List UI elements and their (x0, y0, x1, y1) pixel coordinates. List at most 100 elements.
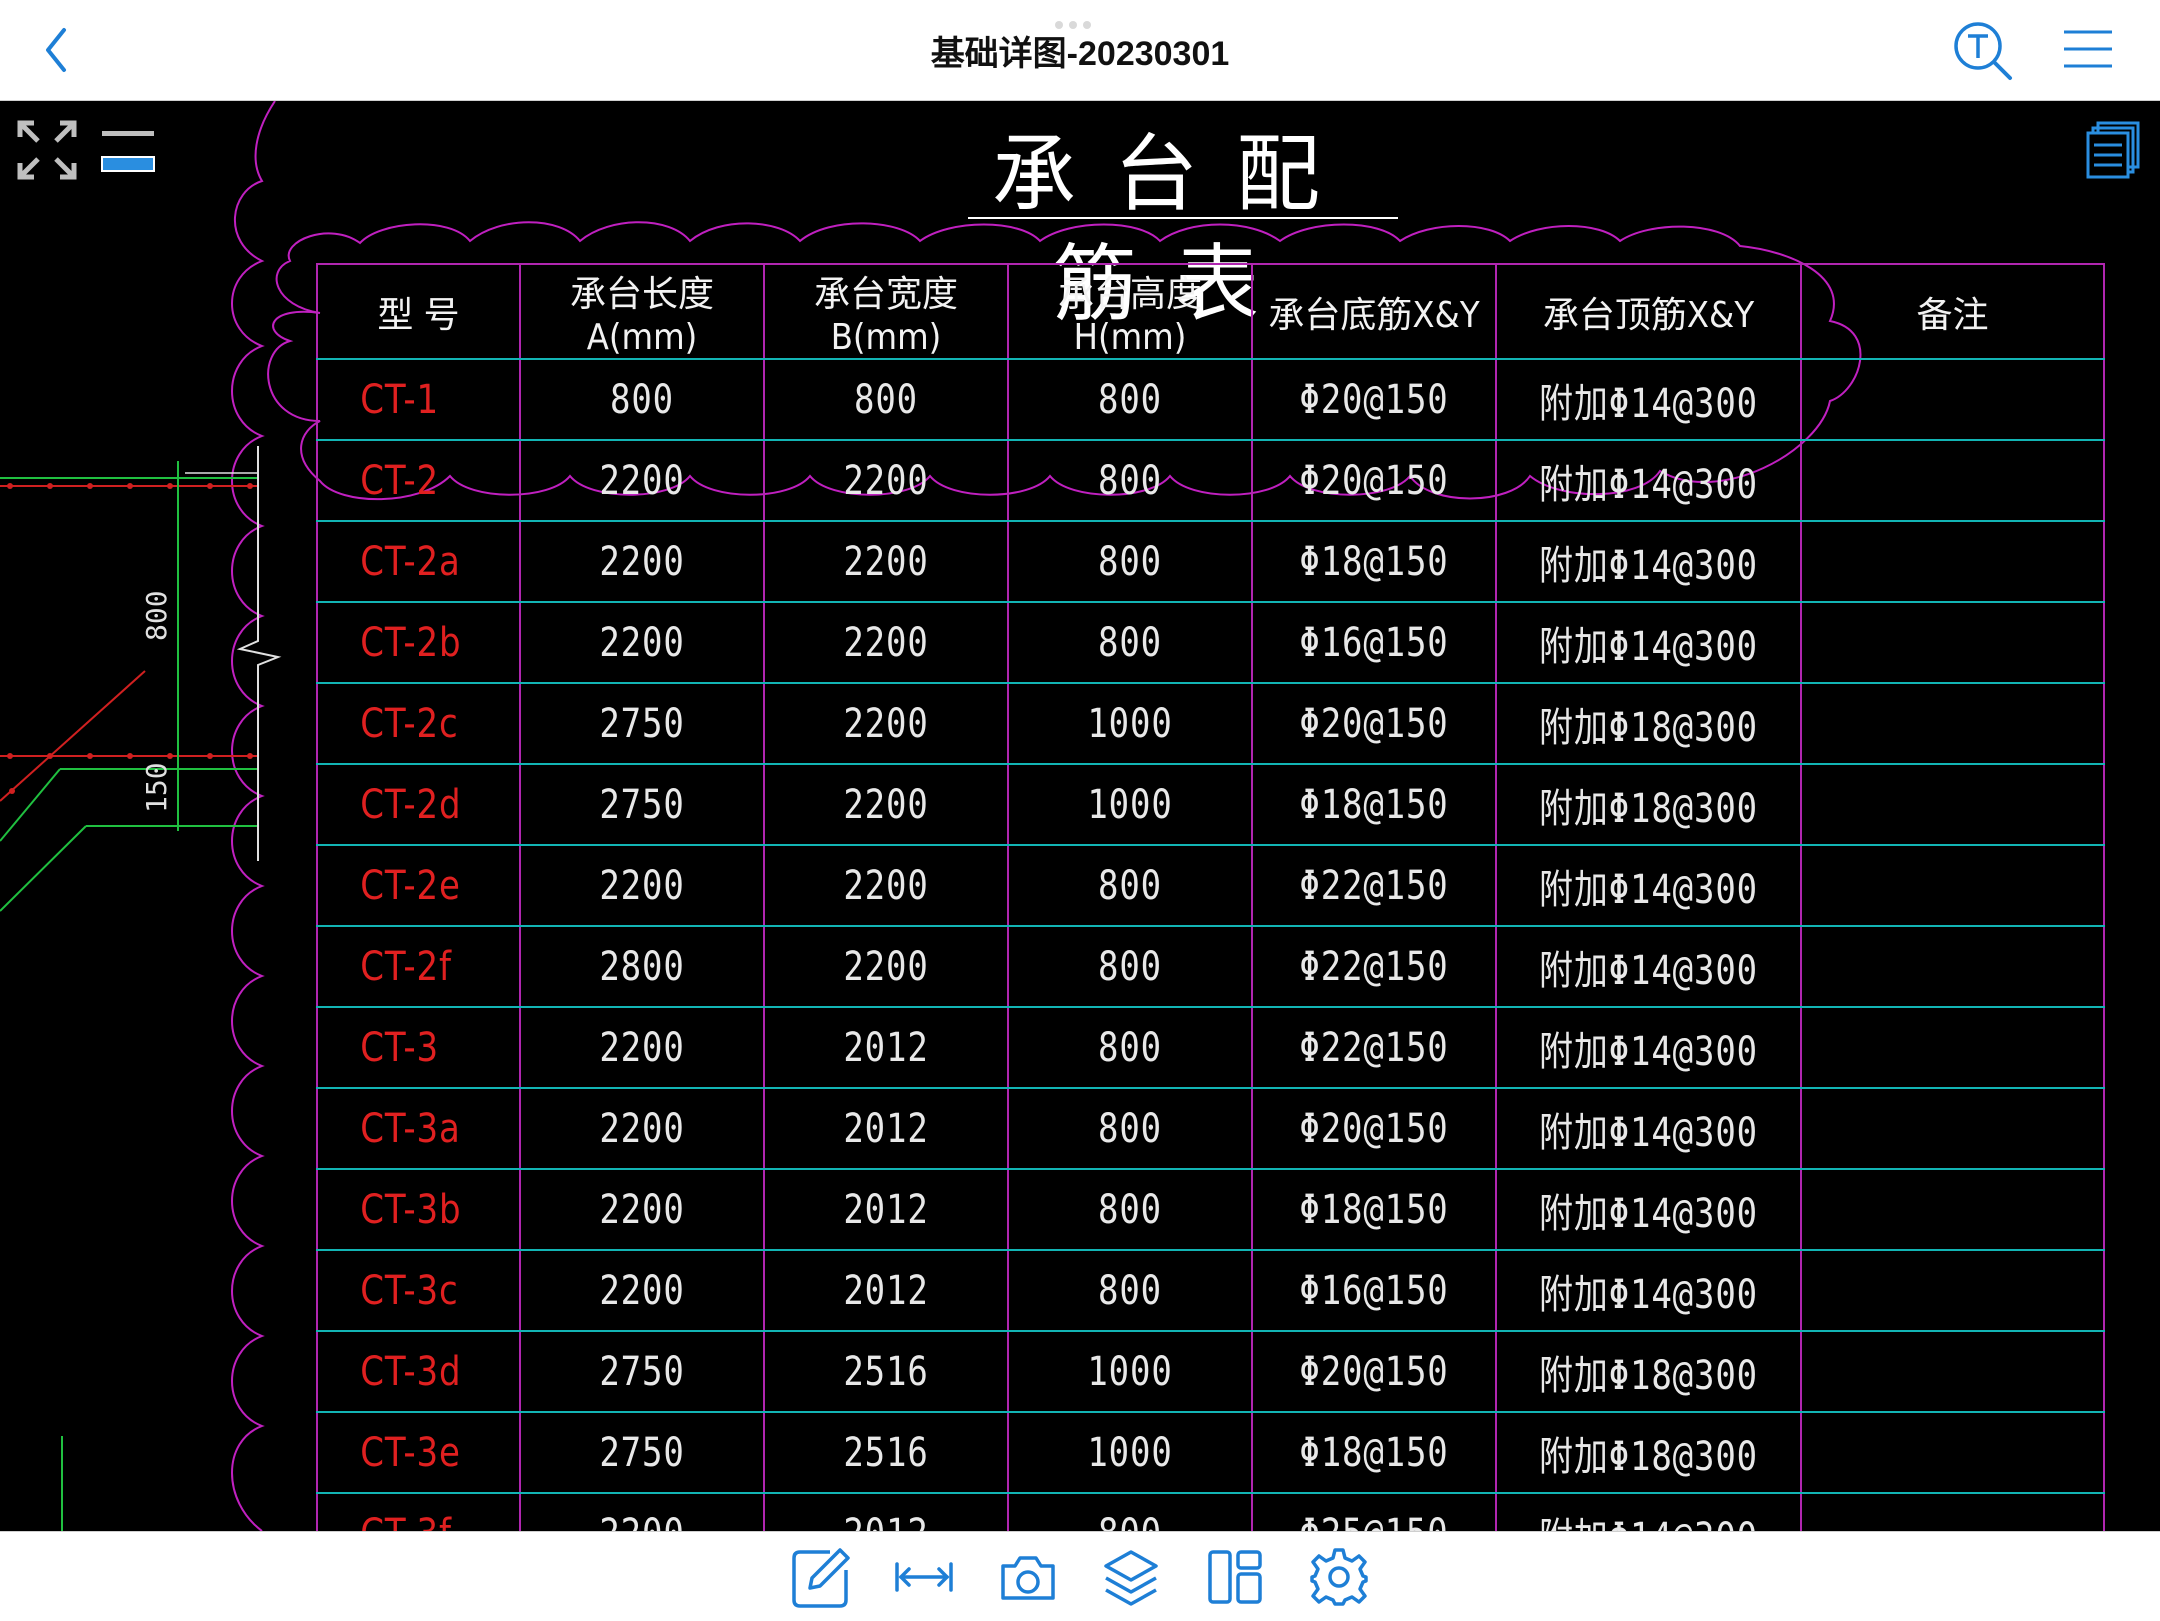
cell-model: CT-2b (331, 601, 506, 684)
cell-height: 1000 (1025, 763, 1235, 846)
cell-length: 800 (537, 358, 747, 441)
cell-height: 800 (1025, 844, 1235, 927)
cell-model: CT-2d (331, 763, 506, 846)
cell-bottom-rebar: Φ22@150 (1269, 844, 1479, 927)
cell-remarks (1822, 1006, 2083, 1089)
cell-width: 2200 (781, 763, 991, 846)
cell-height: 800 (1025, 1249, 1235, 1332)
cell-top-rebar: 附加Φ14@300 (1518, 1249, 1779, 1332)
cell-model: CT-2e (331, 844, 506, 927)
multitask-grabber[interactable] (1055, 14, 1105, 29)
cell-length: 2200 (537, 1249, 747, 1332)
cell-width: 2012 (781, 1249, 991, 1332)
cell-width: 2200 (781, 925, 991, 1008)
cell-remarks (1822, 1411, 2083, 1494)
cell-height: 1000 (1025, 1330, 1235, 1413)
cell-bottom-rebar: Φ16@150 (1269, 601, 1479, 684)
cell-remarks (1822, 1330, 2083, 1413)
cell-height: 800 (1025, 925, 1235, 1008)
cell-bottom-rebar: Φ22@150 (1269, 1006, 1479, 1089)
cell-bottom-rebar: Φ20@150 (1269, 1087, 1479, 1170)
layout-button[interactable] (1204, 1546, 1266, 1608)
rebar-table: 型 号 承台长度A(mm) 承台宽度B(mm) 承台高度H(mm) 承台底筋X&… (316, 263, 2105, 1531)
cell-length: 2750 (537, 682, 747, 765)
cell-top-rebar: 附加Φ18@300 (1518, 682, 1779, 765)
fullscreen-button[interactable] (16, 119, 78, 181)
cell-bottom-rebar: Φ18@150 (1269, 763, 1479, 846)
cell-height: 800 (1025, 1168, 1235, 1251)
cell-length: 2200 (537, 1168, 747, 1251)
cell-width: 2200 (781, 439, 991, 522)
cell-height: 800 (1025, 601, 1235, 684)
text-search-button[interactable] (1952, 20, 2014, 82)
cell-length: 2200 (537, 1087, 747, 1170)
table-row: CT-3b 2200 2012 800 Φ18@150 附加Φ14@300 (317, 1168, 2104, 1251)
table-row: CT-3a 2200 2012 800 Φ20@150 附加Φ14@300 (317, 1087, 2104, 1170)
table-header-row: 型 号 承台长度A(mm) 承台宽度B(mm) 承台高度H(mm) 承台底筋X&… (316, 263, 2105, 360)
cell-remarks (1822, 1168, 2083, 1251)
cell-model: CT-1 (331, 358, 506, 441)
cell-model: CT-3b (331, 1168, 506, 1251)
cell-model: CT-2f (331, 925, 506, 1008)
camera-icon (1001, 1556, 1055, 1600)
measure-button[interactable] (893, 1546, 955, 1608)
cell-top-rebar: 附加Φ14@300 (1518, 1168, 1779, 1251)
text-search-icon (1954, 22, 2012, 80)
table-row: CT-2e 2200 2200 800 Φ22@150 附加Φ14@300 (317, 844, 2104, 927)
sheet-list-icon (2086, 121, 2140, 179)
table-row: CT-2c 2750 2200 1000 Φ20@150 附加Φ18@300 (317, 682, 2104, 765)
screenshot-button[interactable] (997, 1546, 1059, 1608)
cell-top-rebar: 附加Φ14@300 (1518, 925, 1779, 1008)
layout-icon (1208, 1550, 1262, 1604)
table-row: CT-2 2200 2200 800 Φ20@150 附加Φ14@300 (317, 439, 2104, 522)
cell-width: 2516 (781, 1330, 991, 1413)
cell-height: 800 (1025, 358, 1235, 441)
table-row: CT-2a 2200 2200 800 Φ18@150 附加Φ14@300 (317, 520, 2104, 603)
drawing-canvas[interactable]: 800 150 承台配筋表 型 号 承台长度A(mm) 承台宽度B(mm) 承台… (0, 101, 2160, 1531)
cell-width: 2012 (781, 1006, 991, 1089)
col-header-model: 型 号 (316, 263, 521, 360)
cell-length: 2750 (537, 763, 747, 846)
cell-length: 2200 (537, 601, 747, 684)
table-row: CT-3f 2200 2012 800 Φ25@150 附加Φ14@300 (317, 1492, 2104, 1531)
cell-model: CT-2a (331, 520, 506, 603)
cell-top-rebar: 附加Φ14@300 (1518, 520, 1779, 603)
cell-bottom-rebar: Φ20@150 (1269, 682, 1479, 765)
cell-model: CT-3a (331, 1087, 506, 1170)
cell-length: 2200 (537, 1492, 747, 1531)
layout-toggle-button[interactable] (100, 127, 156, 177)
edit-icon (792, 1548, 850, 1608)
cell-model: CT-2c (331, 682, 506, 765)
col-header-bottom-rebar: 承台底筋X&Y (1251, 263, 1497, 360)
cell-width: 2200 (781, 601, 991, 684)
table-row: CT-3c 2200 2012 800 Φ16@150 附加Φ14@300 (317, 1249, 2104, 1332)
table-row: CT-2b 2200 2200 800 Φ16@150 附加Φ14@300 (317, 601, 2104, 684)
cell-top-rebar: 附加Φ14@300 (1518, 844, 1779, 927)
cell-top-rebar: 附加Φ18@300 (1518, 1330, 1779, 1413)
table-row: CT-2d 2750 2200 1000 Φ18@150 附加Φ18@300 (317, 763, 2104, 846)
layers-button[interactable] (1100, 1546, 1162, 1608)
cell-width: 2200 (781, 682, 991, 765)
cell-bottom-rebar: Φ18@150 (1269, 1411, 1479, 1494)
cell-width: 2516 (781, 1411, 991, 1494)
sheet-list-button[interactable] (2084, 119, 2142, 181)
cell-model: CT-2 (331, 439, 506, 522)
cell-top-rebar: 附加Φ14@300 (1518, 439, 1779, 522)
cell-length: 2800 (537, 925, 747, 1008)
cell-top-rebar: 附加Φ14@300 (1518, 1087, 1779, 1170)
cell-remarks (1822, 1087, 2083, 1170)
cell-width: 800 (781, 358, 991, 441)
cell-length: 2200 (537, 844, 747, 927)
annotate-button[interactable] (790, 1546, 852, 1608)
table-row: CT-2f 2800 2200 800 Φ22@150 附加Φ14@300 (317, 925, 2104, 1008)
settings-button[interactable] (1308, 1546, 1370, 1608)
cell-width: 2012 (781, 1492, 991, 1531)
dimension-150: 150 (140, 762, 173, 813)
cell-bottom-rebar: Φ20@150 (1269, 358, 1479, 441)
cell-top-rebar: 附加Φ14@300 (1518, 601, 1779, 684)
menu-button[interactable] (2060, 26, 2116, 72)
cell-remarks (1822, 925, 2083, 1008)
cell-remarks (1822, 682, 2083, 765)
cell-model: CT-3c (331, 1249, 506, 1332)
cell-height: 800 (1025, 1492, 1235, 1531)
